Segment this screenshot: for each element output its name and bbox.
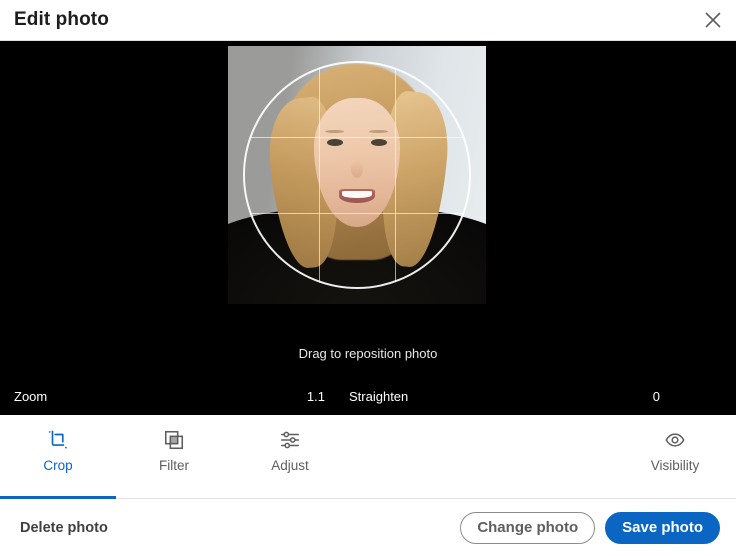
tab-crop[interactable]: Crop xyxy=(0,415,116,499)
zoom-slider-header: Zoom 1.1 xyxy=(14,389,325,404)
crop-icon xyxy=(47,429,69,451)
tab-adjust-label: Adjust xyxy=(271,458,309,473)
tab-crop-label: Crop xyxy=(43,458,73,473)
straighten-slider-header: Straighten 0 xyxy=(349,389,660,404)
straighten-slider-group: Straighten 0 xyxy=(349,377,660,415)
photo-stage[interactable] xyxy=(0,41,736,325)
delete-photo-button[interactable]: Delete photo xyxy=(16,514,112,542)
tab-filter-label: Filter xyxy=(159,458,189,473)
change-photo-button[interactable]: Change photo xyxy=(460,511,596,544)
save-photo-button[interactable]: Save photo xyxy=(605,511,720,544)
zoom-label: Zoom xyxy=(14,389,48,404)
straighten-label: Straighten xyxy=(349,389,409,404)
dialog-footer: Delete photo Change photo Save photo xyxy=(0,499,736,556)
drag-hint-text: Drag to reposition photo xyxy=(298,346,438,361)
photo-editor-area: Drag to reposition photo Zoom 1.1 Straig… xyxy=(0,41,736,415)
straighten-value: 0 xyxy=(652,389,660,404)
dialog-header: Edit photo xyxy=(0,0,736,41)
visibility-label: Visibility xyxy=(650,458,700,473)
eye-icon xyxy=(664,429,686,451)
portrait-photo xyxy=(228,46,486,304)
filter-icon xyxy=(163,429,185,451)
slider-controls: Zoom 1.1 Straighten 0 xyxy=(0,377,736,415)
zoom-value: 1.1 xyxy=(306,389,325,404)
tab-adjust[interactable]: Adjust xyxy=(232,415,348,498)
tab-filter[interactable]: Filter xyxy=(116,415,232,498)
edit-photo-dialog: Edit photo Drag to reposition photo Zoom… xyxy=(0,0,736,556)
zoom-slider-group: Zoom 1.1 xyxy=(14,377,325,415)
photo-draggable[interactable] xyxy=(228,46,486,304)
close-icon[interactable] xyxy=(696,3,730,37)
visibility-button[interactable]: Visibility xyxy=(620,429,730,473)
adjust-sliders-icon xyxy=(279,429,301,451)
editor-tabbar: Crop Filter Adjust Visibility xyxy=(0,415,736,499)
dialog-title: Edit photo xyxy=(14,9,109,30)
